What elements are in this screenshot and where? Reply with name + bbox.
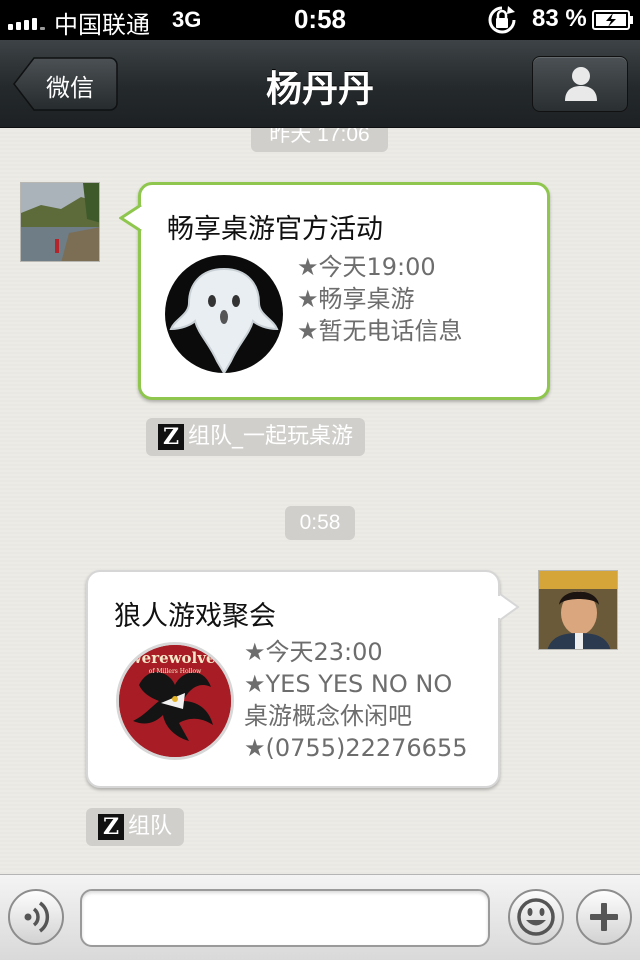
attach-plus-button[interactable] <box>576 889 632 945</box>
event-phone: ★(0755)22276655 <box>244 734 468 762</box>
plus-icon <box>590 903 618 931</box>
event-card-title: 狼人游戏聚会 <box>114 601 276 632</box>
werewolf-game-cover: Werewolves of Millers Hollow <box>116 642 234 760</box>
chat-area[interactable]: 昨天 17:06 畅享桌游官方活动 ★今天19:00 ★畅享桌游 ★暂无电话信息… <box>0 128 640 874</box>
emoji-button[interactable] <box>508 889 564 945</box>
game-cover-subtitle: of Millers Hollow <box>149 668 202 675</box>
event-card-details: ★今天19:00 ★畅享桌游 ★暂无电话信息 <box>297 251 463 347</box>
event-card-details: ★今天23:00 ★YES YES NO NO 桌游概念休闲吧 ★(0755)2… <box>244 636 467 764</box>
zudui-logo-icon: Z <box>98 814 124 840</box>
message-timestamp: 昨天 17:06 <box>251 128 388 152</box>
my-avatar[interactable] <box>538 570 618 650</box>
ghost-icon <box>165 255 283 373</box>
person-icon <box>565 67 597 101</box>
event-time: ★今天23:00 <box>244 638 383 666</box>
status-bar: 中国联通 3G 0:58 83 % <box>0 0 640 40</box>
zudui-logo-icon: Z <box>158 424 184 450</box>
contact-avatar[interactable] <box>20 182 100 262</box>
event-venue: ★YES YES NO NO <box>244 670 453 698</box>
bubble-tail <box>119 203 143 233</box>
message-text-input[interactable] <box>80 889 490 947</box>
selfie-photo <box>539 571 617 649</box>
navigation-bar: 微信 杨丹丹 <box>0 40 640 128</box>
event-time: ★今天19:00 <box>297 253 436 281</box>
emoji-icon <box>517 898 555 936</box>
battery-percentage: 83 % <box>532 5 587 32</box>
event-card-bubble[interactable]: 畅享桌游官方活动 ★今天19:00 ★畅享桌游 ★暂无电话信息 <box>119 182 550 400</box>
message-input-bar <box>0 874 640 960</box>
voice-input-button[interactable] <box>8 889 64 945</box>
lake-photo <box>21 183 99 261</box>
contact-profile-button[interactable] <box>532 56 628 112</box>
battery-icon <box>592 10 633 30</box>
message-timestamp: 0:58 <box>285 506 355 540</box>
app-source-tag[interactable]: Z 组队_一起玩桌游 <box>146 418 366 456</box>
event-card-title: 畅享桌游官方活动 <box>167 214 383 245</box>
game-cover-title: Werewolves <box>125 649 224 667</box>
app-source-tag[interactable]: Z 组队 <box>86 808 185 846</box>
app-source-label: 组队_一起玩桌游 <box>188 424 354 449</box>
bubble-tail <box>498 593 520 621</box>
app-source-label: 组队 <box>128 814 173 839</box>
event-venue-subtitle: 桌游概念休闲吧 <box>244 702 412 730</box>
event-card-bubble[interactable]: 狼人游戏聚会 Werewolves of Millers Hollow ★今天2… <box>86 570 520 788</box>
event-venue: ★畅享桌游 <box>297 285 415 313</box>
rotation-lock-icon <box>488 6 516 34</box>
voice-icon <box>24 901 50 933</box>
event-phone: ★暂无电话信息 <box>297 317 463 345</box>
